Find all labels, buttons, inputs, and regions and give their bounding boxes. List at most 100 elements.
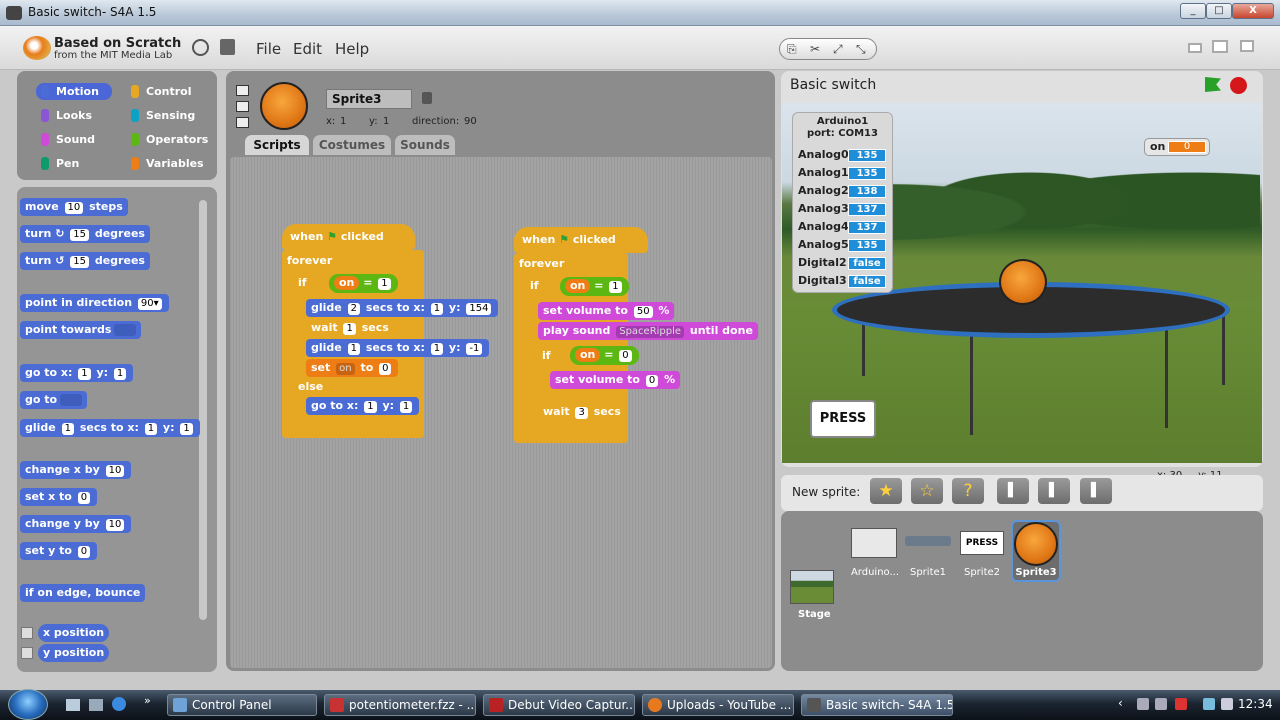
paint-new-sprite-icon[interactable]: ★ [870, 478, 902, 504]
network-icon[interactable] [1203, 698, 1215, 710]
switch-windows-icon[interactable] [89, 699, 103, 711]
window-title-bar[interactable]: Basic switch- S4A 1.5 _ □ X [0, 0, 1280, 26]
shrink-tool-icon[interactable]: ⤡ [856, 42, 866, 57]
taskbar-item[interactable]: Control Panel [167, 694, 317, 716]
wait-block[interactable]: wait 3 secs [538, 403, 626, 421]
category-pen[interactable]: Pen [36, 155, 112, 172]
tray-app-icon[interactable] [1155, 698, 1167, 710]
presentation-mode-icon[interactable] [1240, 40, 1254, 52]
category-sensing[interactable]: Sensing [126, 107, 202, 124]
y-position-checkbox[interactable] [21, 647, 33, 659]
taskbar-item[interactable]: Uploads - YouTube ... [642, 694, 794, 716]
set-variable-block[interactable]: set on to 0 [306, 359, 399, 377]
quicklaunch-expand-icon[interactable]: » [144, 694, 151, 707]
arduino-sprite-board-icon[interactable]: ▌ [1080, 478, 1112, 504]
category-control[interactable]: Control [126, 83, 202, 100]
grow-tool-icon[interactable]: ⤢ [833, 42, 843, 57]
glide-block[interactable]: glide 2 secs to x: 1 y: 154 [306, 299, 499, 317]
category-operators[interactable]: Operators [126, 131, 208, 148]
small-stage-mode-icon[interactable] [1188, 43, 1202, 53]
when-flag-clicked-hat-2[interactable]: when ⚑ clicked [514, 227, 648, 253]
arduino-sprite-icon[interactable]: ▌ [997, 478, 1029, 504]
stage-thumbnail[interactable] [790, 570, 834, 604]
trampoline-leg [970, 330, 973, 435]
x-position-reporter[interactable]: x position [38, 624, 110, 642]
tray-app-icon[interactable] [1137, 698, 1149, 710]
tab-scripts[interactable]: Scripts [245, 135, 309, 155]
point-towards-block[interactable]: point towards [20, 321, 142, 339]
bounce-block[interactable]: if on edge, bounce [20, 584, 146, 602]
sprite-y-label: y: [369, 116, 378, 127]
glide-block[interactable]: glide 1 secs to x: 1 y: -1 [306, 339, 490, 357]
set-volume-block[interactable]: set volume to 0 % [550, 371, 681, 389]
category-sound[interactable]: Sound [36, 131, 112, 148]
palette-scrollbar[interactable] [199, 200, 207, 620]
category-motion[interactable]: Motion [36, 83, 112, 100]
tray-app-icon[interactable] [1175, 698, 1187, 710]
equals-operator[interactable]: on = 0 [570, 346, 639, 365]
taskbar-item-active[interactable]: Basic switch- S4A 1.5 [801, 694, 953, 716]
equals-operator[interactable]: on = 1 [329, 274, 398, 293]
no-rotate-icon[interactable] [236, 117, 249, 128]
random-sprite-icon[interactable]: ? [952, 478, 984, 504]
menu-edit[interactable]: Edit [293, 40, 322, 58]
set-y-block[interactable]: set y to 0 [20, 542, 98, 560]
internet-explorer-icon[interactable] [112, 697, 126, 711]
lock-icon[interactable] [422, 92, 432, 104]
press-sprite[interactable]: PRESS [810, 400, 876, 438]
tab-costumes[interactable]: Costumes [313, 135, 391, 155]
sprite1-thumbnail[interactable] [905, 536, 951, 546]
change-y-block[interactable]: change y by 10 [20, 515, 132, 533]
change-x-block[interactable]: change x by 10 [20, 461, 132, 479]
go-to-block[interactable]: go to [20, 391, 88, 409]
maximize-button[interactable]: □ [1206, 3, 1232, 19]
else-label: else [298, 380, 324, 393]
when-flag-clicked-hat-1[interactable]: when ⚑ clicked [282, 224, 415, 250]
go-to-xy-block[interactable]: go to x: 1 y: 1 [20, 364, 134, 382]
set-volume-block[interactable]: set volume to 50 % [538, 302, 675, 320]
left-right-only-icon[interactable] [236, 101, 249, 112]
basketball-sprite[interactable] [999, 259, 1047, 305]
clock[interactable]: 12:34 [1238, 697, 1273, 711]
tab-sounds[interactable]: Sounds [395, 135, 455, 155]
turn-counterclockwise-block[interactable]: turn ↺ 15 degrees [20, 252, 150, 270]
equals-operator[interactable]: on = 1 [560, 277, 629, 296]
duplicate-tool-icon[interactable]: ⎘ [787, 42, 797, 57]
set-x-block[interactable]: set x to 0 [20, 488, 98, 506]
normal-stage-mode-icon[interactable] [1212, 40, 1228, 53]
category-variables[interactable]: Variables [126, 155, 204, 172]
save-icon[interactable] [220, 39, 235, 55]
arduino-sprite-alt-icon[interactable]: ▌ [1038, 478, 1070, 504]
sprite3-thumbnail[interactable] [1014, 522, 1058, 566]
volume-icon[interactable] [1221, 698, 1233, 710]
sprite2-thumbnail[interactable]: PRESS [960, 531, 1004, 555]
turn-clockwise-block[interactable]: turn ↻ 15 degrees [20, 225, 150, 243]
y-position-reporter[interactable]: y position [38, 644, 110, 662]
category-looks[interactable]: Looks [36, 107, 112, 124]
close-button[interactable]: X [1232, 3, 1274, 19]
go-to-xy-block[interactable]: go to x: 1 y: 1 [306, 397, 420, 415]
taskbar-item[interactable]: Debut Video Captur... [483, 694, 635, 716]
menu-help[interactable]: Help [335, 40, 369, 58]
point-in-direction-block[interactable]: point in direction 90▾ [20, 294, 169, 312]
show-desktop-icon[interactable] [66, 699, 80, 711]
play-sound-block[interactable]: play sound SpaceRipple until done [538, 322, 758, 340]
arduino-sprite-thumbnail[interactable] [851, 528, 897, 558]
sensor-value: 135 [848, 167, 886, 180]
menu-file[interactable]: File [256, 40, 281, 58]
taskbar-item[interactable]: potentiometer.fzz - ... [324, 694, 476, 716]
x-position-checkbox[interactable] [21, 627, 33, 639]
wait-block[interactable]: wait 1 secs [306, 319, 394, 337]
fritzing-icon [330, 698, 344, 712]
tray-expand-icon[interactable]: ‹ [1118, 696, 1123, 710]
language-globe-icon[interactable] [192, 39, 209, 56]
glide-block[interactable]: glide 1 secs to x: 1 y: 1 [20, 419, 200, 437]
minimize-button[interactable]: _ [1180, 3, 1206, 19]
sprite-name-field[interactable]: Sprite3 [326, 89, 412, 109]
choose-sprite-file-icon[interactable]: ☆ [911, 478, 943, 504]
rotate-all-around-icon[interactable] [236, 85, 249, 96]
start-button[interactable] [8, 689, 48, 720]
delete-tool-icon[interactable]: ✂ [810, 42, 820, 56]
stop-icon[interactable] [1230, 77, 1247, 94]
move-steps-block[interactable]: move 10 steps [20, 198, 128, 216]
